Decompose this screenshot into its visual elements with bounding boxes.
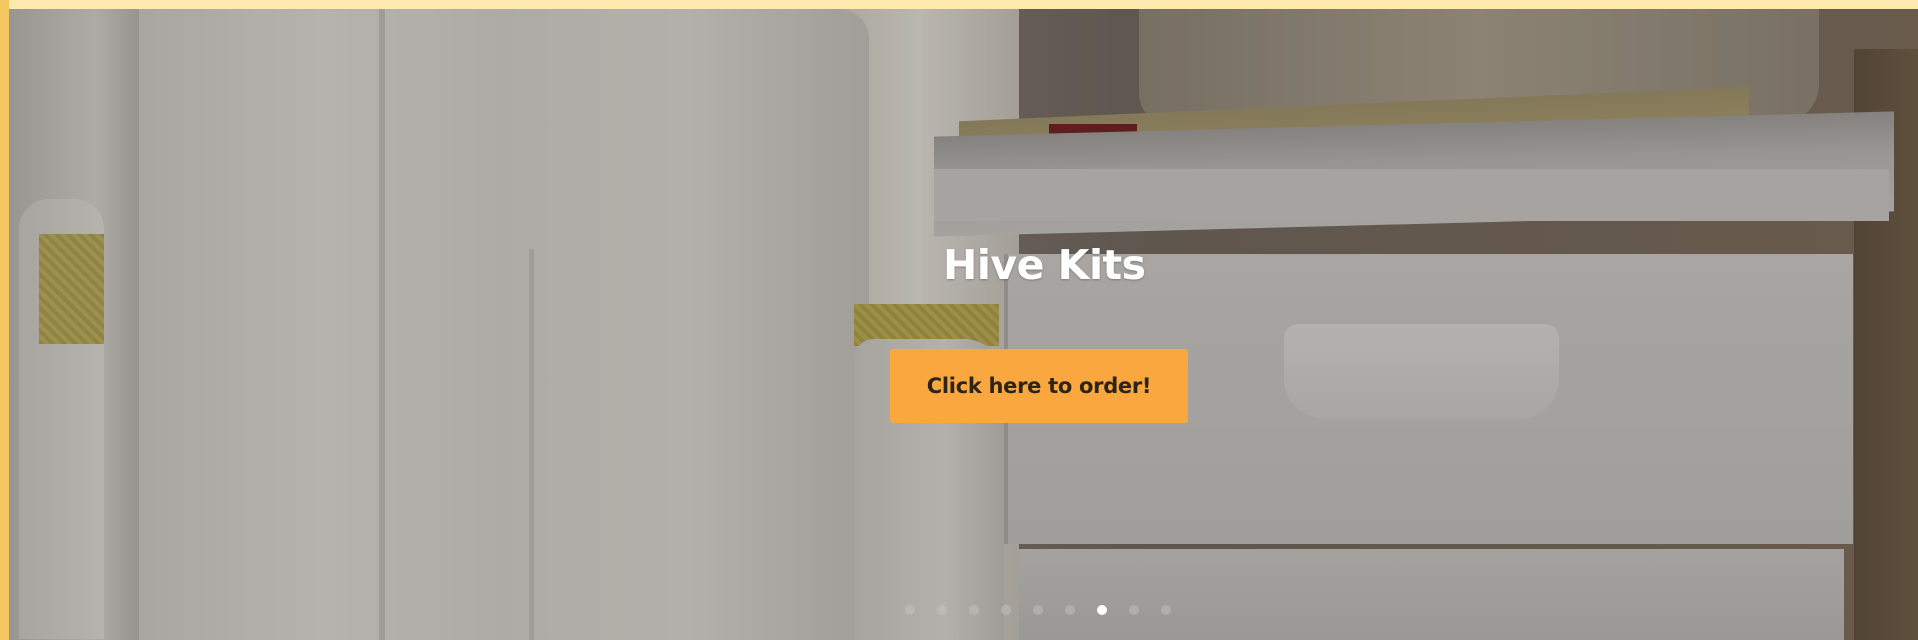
slider-dot[interactable] (1097, 605, 1107, 615)
order-button[interactable]: Click here to order! (890, 349, 1188, 423)
frame-left-border (0, 0, 9, 640)
slider-dot[interactable] (1161, 605, 1171, 615)
slider-pagination (905, 605, 1193, 615)
slider-dot[interactable] (1129, 605, 1139, 615)
image-overlay (9, 9, 1918, 640)
slider-dot[interactable] (937, 605, 947, 615)
hero-slider[interactable]: Hive Kits Click here to order! (9, 9, 1918, 640)
slide-title: Hive Kits (943, 241, 1146, 289)
slide-background-image (9, 9, 1918, 640)
frame-top-border (0, 0, 1918, 9)
slider-dot[interactable] (1001, 605, 1011, 615)
slider-dot[interactable] (1033, 605, 1043, 615)
slider-dot[interactable] (1065, 605, 1075, 615)
slider-dot[interactable] (905, 605, 915, 615)
slide-caption: Hive Kits (943, 241, 1146, 289)
page-frame: Hive Kits Click here to order! (0, 0, 1918, 640)
slider-dot[interactable] (969, 605, 979, 615)
